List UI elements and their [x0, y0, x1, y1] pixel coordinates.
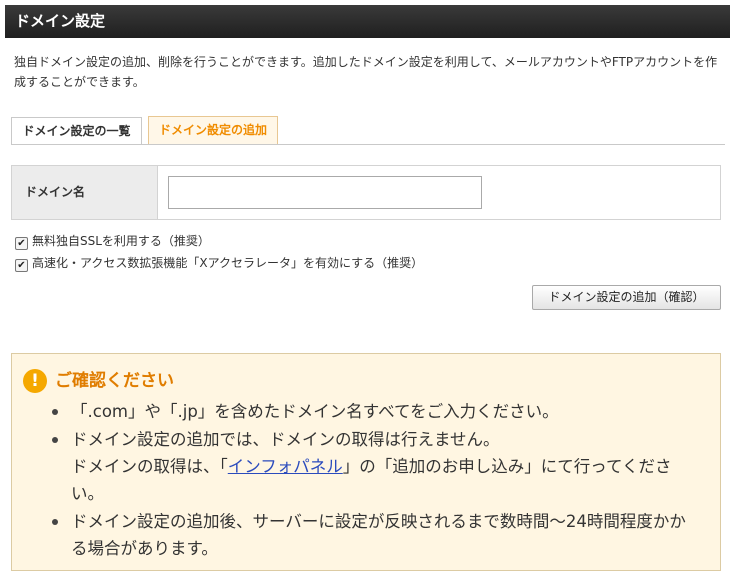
notice-title: ご確認ください	[55, 371, 174, 391]
ssl-checkbox[interactable]: ✔	[15, 237, 28, 250]
page-title-bar: ドメイン設定	[5, 5, 730, 38]
notice-item-text: ドメイン設定の追加後、サーバーに設定が反映されるまで数時間〜24時間程度かかる場…	[71, 512, 686, 558]
notice-list: 「.com」や「.jp」を含めたドメイン名すべてをご入力ください。 ドメイン設定…	[50, 398, 700, 562]
domain-form-table: ドメイン名	[11, 165, 721, 220]
tab-domain-add[interactable]: ドメイン設定の追加	[148, 116, 278, 145]
domain-name-label: ドメイン名	[12, 166, 158, 219]
notice-item-text: 「.com」や「.jp」を含めたドメイン名すべてをご入力ください。	[71, 402, 559, 421]
notice-item: ドメイン設定の追加では、ドメインの取得は行えません。 ドメインの取得は、「インフ…	[50, 426, 700, 507]
notice-item: ドメイン設定の追加後、サーバーに設定が反映されるまで数時間〜24時間程度かかる場…	[50, 508, 700, 562]
tab-domain-list[interactable]: ドメイン設定の一覧	[11, 117, 142, 145]
xaccel-option[interactable]: ✔ 高速化・アクセス数拡張機能「Xアクセラレータ」を有効にする（推奨）	[15, 255, 423, 272]
ssl-checkbox-label: 無料独自SSLを利用する（推奨）	[32, 234, 210, 248]
tab-divider	[11, 144, 725, 145]
ssl-option[interactable]: ✔ 無料独自SSLを利用する（推奨）	[15, 233, 210, 250]
notice-box: ! ご確認ください 「.com」や「.jp」を含めたドメイン名すべてをご入力くだ…	[11, 353, 721, 571]
exclamation-icon: !	[23, 369, 47, 393]
notice-item-text: ドメイン設定の追加では、ドメインの取得は行えません。	[71, 430, 500, 449]
xaccel-checkbox-label: 高速化・アクセス数拡張機能「Xアクセラレータ」を有効にする（推奨）	[32, 256, 424, 270]
page-title: ドメイン設定	[15, 12, 106, 30]
info-panel-link[interactable]: インフォパネル	[228, 457, 343, 476]
page-description: 独自ドメイン設定の追加、削除を行うことができます。追加したドメイン設定を利用して…	[14, 55, 718, 89]
add-domain-confirm-button[interactable]: ドメイン設定の追加（確認）	[532, 285, 721, 310]
domain-name-input[interactable]	[168, 176, 482, 209]
notice-item-text: ドメインの取得は、「	[71, 457, 228, 476]
notice-item: 「.com」や「.jp」を含めたドメイン名すべてをご入力ください。	[50, 398, 700, 425]
xaccel-checkbox[interactable]: ✔	[15, 259, 28, 272]
